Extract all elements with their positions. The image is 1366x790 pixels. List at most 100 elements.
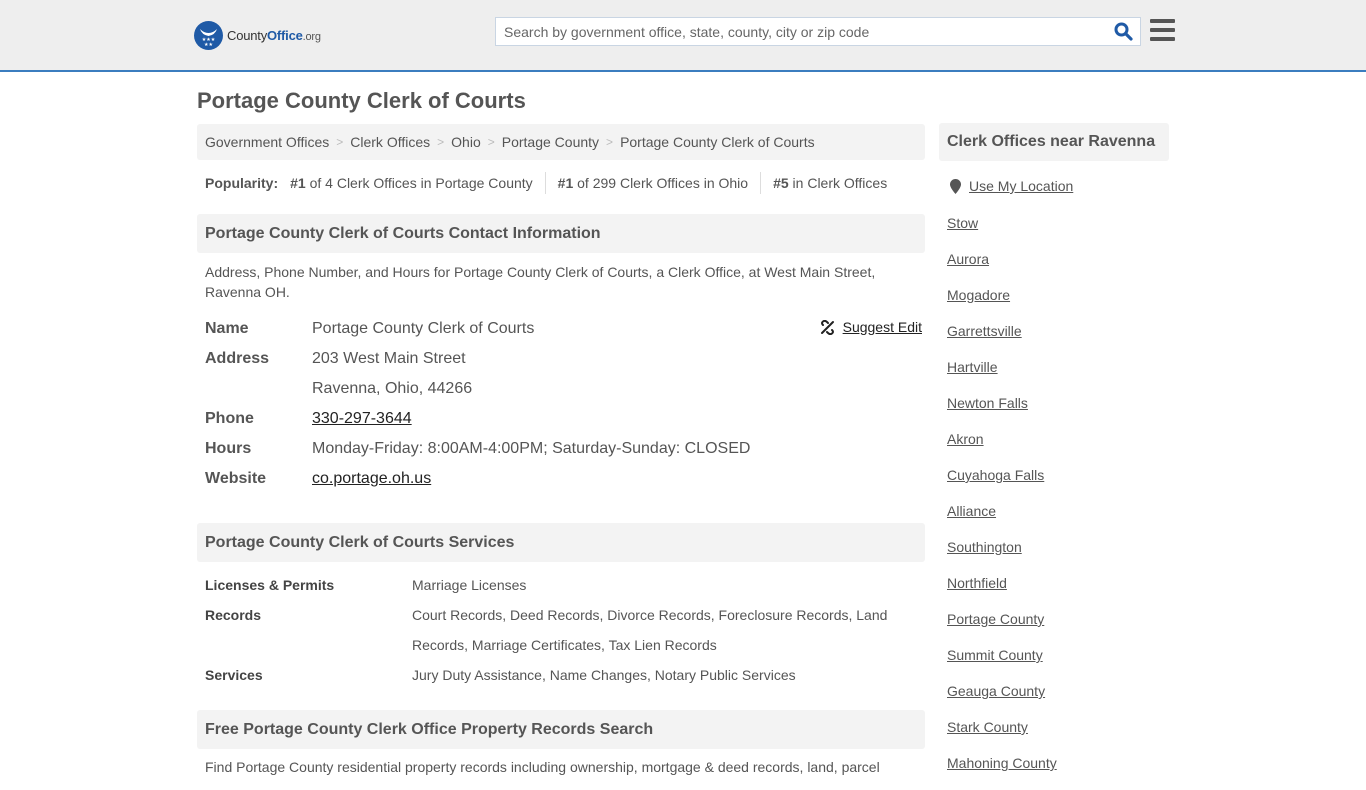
website-link[interactable]: co.portage.oh.us — [312, 470, 431, 487]
use-my-location: Use My Location — [950, 178, 1073, 194]
nearby-link[interactable]: Cuyahoga Falls — [947, 467, 1044, 483]
broken-link-icon — [820, 319, 834, 335]
contact-description: Address, Phone Number, and Hours for Por… — [205, 264, 876, 300]
contact-row-website: Website co.portage.oh.us — [205, 464, 925, 494]
nearby-link[interactable]: Stow — [947, 215, 978, 231]
list-item: Garrettsville — [947, 322, 1057, 358]
nearby-link[interactable]: Newton Falls — [947, 395, 1028, 411]
list-item: Geauga County — [947, 682, 1057, 718]
search-input[interactable] — [496, 18, 1106, 45]
breadcrumb-separator: > — [487, 135, 495, 149]
list-item: Portage County — [947, 610, 1057, 646]
list-item: Southington — [947, 538, 1057, 574]
list-item: Cuyahoga Falls — [947, 466, 1057, 502]
service-row: Services Jury Duty Assistance, Name Chan… — [205, 660, 925, 690]
service-values: Jury Duty Assistance, Name Changes, Nota… — [412, 667, 796, 683]
search-icon — [1114, 22, 1133, 41]
nearby-link[interactable]: Southington — [947, 539, 1022, 555]
service-row: Records Court Records, Deed Records, Div… — [205, 600, 925, 660]
contact-row-phone: Phone 330-297-3644 — [205, 404, 925, 434]
use-my-location-link[interactable]: Use My Location — [969, 178, 1073, 194]
breadcrumb: Government Offices > Clerk Offices > Ohi… — [197, 124, 925, 160]
nearby-link[interactable]: Summit County — [947, 647, 1043, 663]
phone-link[interactable]: 330-297-3644 — [312, 410, 412, 427]
logo-wordmark: CountyOffice.org — [227, 28, 321, 43]
list-item: Mahoning County — [947, 754, 1057, 790]
site-logo[interactable]: ★★★ ★★ CountyOffice.org — [194, 21, 321, 50]
breadcrumb-separator: > — [336, 135, 344, 149]
nearby-link[interactable]: Stark County — [947, 719, 1028, 735]
breadcrumb-clerk-offices[interactable]: Clerk Offices — [350, 134, 430, 150]
list-item: Mogadore — [947, 286, 1057, 322]
nearby-link[interactable]: Aurora — [947, 251, 989, 267]
list-item: Stark County — [947, 718, 1057, 754]
divider — [544, 172, 546, 194]
divider — [760, 172, 762, 194]
nearby-link[interactable]: Mahoning County — [947, 755, 1057, 771]
field-label: Hours — [205, 440, 252, 457]
services-heading: Portage County Clerk of Courts Services — [197, 523, 925, 562]
svg-text:★★: ★★ — [204, 42, 213, 48]
site-header: ★★★ ★★ CountyOffice.org — [0, 0, 1366, 72]
nearby-link[interactable]: Mogadore — [947, 287, 1010, 303]
breadcrumb-portage-county[interactable]: Portage County — [502, 134, 599, 150]
popularity-rank-state: #1 of 299 Clerk Offices in Ohio — [557, 175, 749, 191]
breadcrumb-government-offices[interactable]: Government Offices — [205, 134, 329, 150]
contact-row-hours: Hours Monday-Friday: 8:00AM-4:00PM; Satu… — [205, 434, 925, 464]
address-line2: Ravenna, Ohio, 44266 — [312, 380, 473, 397]
field-label: Name — [205, 320, 249, 337]
suggest-edit-label: Suggest Edit — [842, 319, 922, 335]
nearby-link[interactable]: Northfield — [947, 575, 1007, 591]
field-label: Address — [205, 350, 270, 367]
menu-bar — [1150, 37, 1175, 41]
menu-bar — [1150, 28, 1175, 32]
nearby-offices-list: Stow Aurora Mogadore Garrettsville Hartv… — [947, 214, 1057, 790]
list-item: Alliance — [947, 502, 1057, 538]
breadcrumb-separator: > — [437, 135, 445, 149]
nearby-link[interactable]: Garrettsville — [947, 323, 1022, 339]
list-item: Stow — [947, 214, 1057, 250]
search-box — [495, 17, 1141, 46]
eagle-stars-logo-icon: ★★★ ★★ — [194, 21, 223, 50]
contact-details: Suggest Edit Name Portage County Clerk o… — [205, 314, 925, 494]
nearby-link[interactable]: Portage County — [947, 611, 1044, 627]
nearby-link[interactable]: Alliance — [947, 503, 996, 519]
popularity-label: Popularity: — [205, 175, 279, 191]
contact-row-address: Address 203 West Main Street — [205, 344, 925, 374]
search-button[interactable] — [1106, 18, 1140, 45]
address-line1: 203 West Main Street — [312, 350, 466, 367]
service-values: Marriage Licenses — [412, 577, 527, 593]
service-values: Court Records, Deed Records, Divorce Rec… — [412, 607, 888, 653]
office-name-value: Portage County Clerk of Courts — [312, 320, 535, 337]
breadcrumb-current: Portage County Clerk of Courts — [620, 134, 815, 150]
nearby-link[interactable]: Hartville — [947, 359, 998, 375]
list-item: Akron — [947, 430, 1057, 466]
popularity-rank-county: #1 of 4 Clerk Offices in Portage County — [290, 175, 533, 191]
list-item: Newton Falls — [947, 394, 1057, 430]
service-category: Records — [205, 607, 262, 623]
list-item: Aurora — [947, 250, 1057, 286]
suggest-edit-link[interactable]: Suggest Edit — [820, 319, 922, 335]
nearby-link[interactable]: Geauga County — [947, 683, 1045, 699]
services-list: Licenses & Permits Marriage Licenses Rec… — [205, 570, 925, 690]
hours-value: Monday-Friday: 8:00AM-4:00PM; Saturday-S… — [312, 440, 751, 457]
contact-row-name: Name Portage County Clerk of Courts — [205, 314, 925, 344]
list-item: Northfield — [947, 574, 1057, 610]
service-category: Services — [205, 667, 263, 683]
breadcrumb-ohio[interactable]: Ohio — [451, 134, 481, 150]
property-description: Find Portage County residential property… — [205, 759, 880, 775]
contact-row-address-2: Ravenna, Ohio, 44266 — [205, 374, 925, 404]
breadcrumb-separator: > — [606, 135, 614, 149]
service-row: Licenses & Permits Marriage Licenses — [205, 570, 925, 600]
nearby-link[interactable]: Akron — [947, 431, 984, 447]
field-label: Website — [205, 470, 267, 487]
list-item: Summit County — [947, 646, 1057, 682]
field-label: Phone — [205, 410, 254, 427]
hamburger-menu-button[interactable] — [1150, 19, 1175, 43]
property-search-heading: Free Portage County Clerk Office Propert… — [197, 710, 925, 749]
popularity-bar: Popularity: #1 of 4 Clerk Offices in Por… — [205, 172, 887, 194]
page-title: Portage County Clerk of Courts — [197, 88, 526, 113]
service-category: Licenses & Permits — [205, 577, 335, 593]
contact-info-heading: Portage County Clerk of Courts Contact I… — [197, 214, 925, 253]
popularity-rank-national: #5 in Clerk Offices — [773, 175, 888, 191]
